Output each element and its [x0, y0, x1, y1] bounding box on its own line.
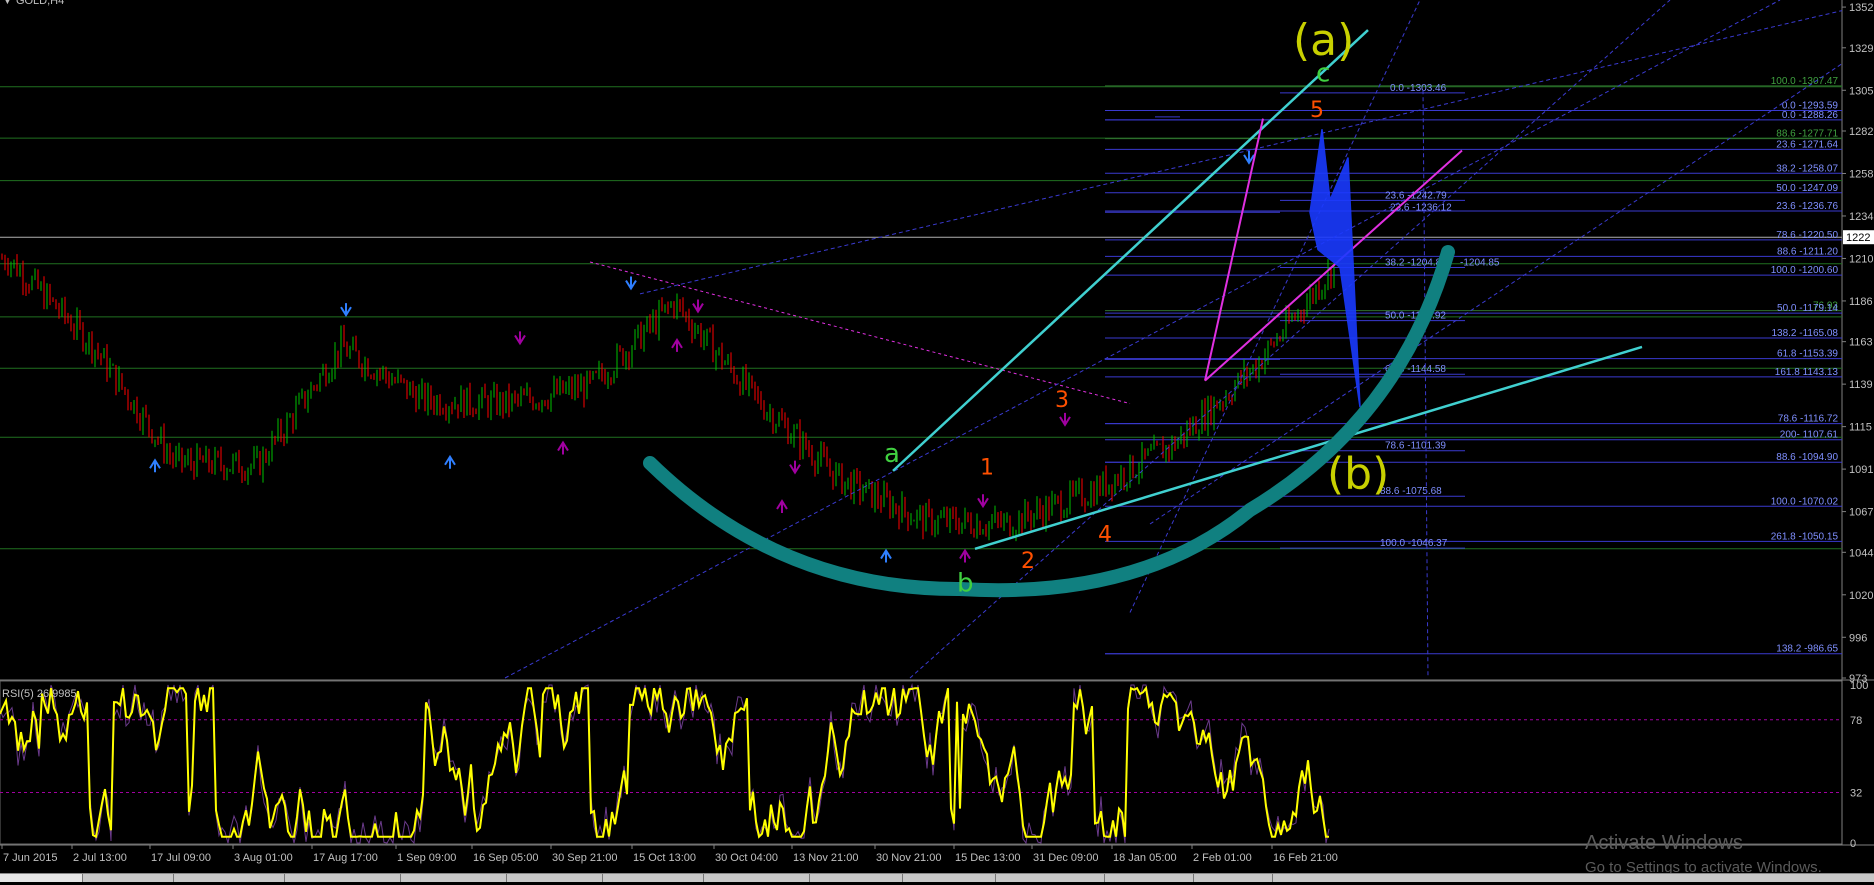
fib-right-label-19: 100.0 -1070.02: [1771, 496, 1839, 507]
main-panel: [0, 0, 1842, 679]
price-tick-label-7: 1186: [1849, 296, 1873, 308]
chart-svg[interactable]: 100.0 -1307.470.0 -1293.590.0 -1288.2688…: [0, 0, 1874, 881]
fib-right-label-14: 61.8 -1153.39: [1777, 349, 1838, 360]
fib-right-label-9: 88.6 -1211.20: [1777, 246, 1838, 257]
price-axis: 1352 1329 1305 1282 1258 1234 1210 1186 1163 1139…: [1842, 2, 1874, 685]
fib-right-label-2: 0.0 -1288.26: [1782, 110, 1839, 121]
time-label-13: 31 Dec 09:00: [1033, 852, 1098, 864]
time-label-10: 13 Nov 21:00: [793, 852, 858, 864]
time-label-16: 16 Feb 21:00: [1273, 852, 1338, 864]
fib-mid-label-6: 88.6 -1075.68: [1380, 486, 1442, 497]
chart-window: 100.0 -1307.47 0.0 -1293.59 0.0 -1288.26 88…: [0, 0, 1874, 882]
time-label-8: 15 Oct 13:00: [633, 852, 696, 864]
wave-label-big-b: (b): [1327, 449, 1389, 500]
fib-right-label-3: 88.6 -1277.71: [1776, 129, 1838, 140]
rsi-level-label-2: 32: [1850, 787, 1862, 799]
fib-right-label-8: 78.6 -1220.50: [1776, 230, 1838, 241]
fib-mid-label-0: 0.0 -1303.46: [1390, 83, 1447, 94]
fib-right-label-18: 88.6 -1094.90: [1776, 452, 1838, 463]
wave-label-5: 5: [1310, 98, 1324, 123]
time-label-9: 30 Oct 04:00: [715, 852, 778, 864]
price-tick-label-6: 1210: [1849, 253, 1873, 265]
fib-mid-label-9: -1204.85: [1460, 257, 1500, 268]
time-label-15: 2 Feb 01:00: [1193, 852, 1252, 864]
time-label-4: 17 Aug 17:00: [313, 852, 378, 864]
fib-right-label-17: 200- 1107.61: [1780, 430, 1839, 441]
price-tick-label-12: 1067: [1849, 507, 1873, 519]
rsi-level-label-1: 78: [1850, 715, 1862, 727]
time-label-0: 7 Jun 2015: [3, 852, 57, 864]
wave-label-2: 2: [1021, 549, 1035, 574]
fib-right-label-20: 261.8 -1050.15: [1771, 531, 1839, 542]
time-label-2: 17 Jul 09:00: [151, 852, 211, 864]
price-tick-label-5: 1234: [1849, 211, 1873, 223]
fib-right-label-4: 23.6 -1271.64: [1776, 139, 1838, 150]
rsi-level-label-0: 100: [1850, 680, 1868, 692]
wave-label-b: b: [957, 568, 974, 598]
fib-right-label-12: 50.0 -1179.14: [1777, 303, 1838, 314]
price-tick-label-11: 1091: [1849, 464, 1873, 476]
activate-windows-watermark: Activate Windows Go to Settings to activ…: [1585, 832, 1822, 876]
fib-right-label-21: 138.2 -986.65: [1776, 644, 1838, 655]
price-tick-label-15: 996: [1849, 632, 1867, 644]
fib-right-label-15: 161.8 1143.13: [1775, 367, 1839, 378]
current-price-label: 1222: [1846, 232, 1870, 244]
time-label-14: 18 Jan 05:00: [1113, 852, 1177, 864]
time-label-11: 30 Nov 21:00: [876, 852, 941, 864]
time-axis: 7 Jun 2015 2 Jul 13:00 17 Jul 09:00 3 Aug 0…: [1, 845, 1338, 864]
fib-right-label-7: 23.6 -1236.76: [1776, 201, 1838, 212]
price-tick-label-9: 1139: [1849, 379, 1873, 391]
price-tick-label-1: 1329: [1849, 43, 1873, 55]
price-tick-label-8: 1163: [1849, 337, 1873, 349]
time-label-1: 2 Jul 13:00: [73, 852, 127, 864]
price-tick-label-0: 1352: [1849, 2, 1873, 14]
price-tick-label-10: 1115: [1849, 422, 1872, 434]
fib-right-label-0: 100.0 -1307.47: [1771, 76, 1839, 87]
fib-right-label-5: 38.2 -1258.07: [1776, 163, 1838, 174]
fib-right-label-16: 78.6 -1116.72: [1778, 414, 1839, 425]
fib-right-label-6: 50.0 -1247.09: [1776, 183, 1838, 194]
wave-label-4: 4: [1098, 523, 1112, 548]
wave-label-c: c: [1316, 58, 1330, 88]
time-label-7: 30 Sep 21:00: [552, 852, 617, 864]
watermark-title: Activate Windows: [1585, 832, 1743, 854]
wave-label-a: a: [884, 439, 900, 469]
chart-title: ▼ GOLD,H4: [2, 0, 64, 7]
rsi-level-label-3: 0: [1850, 838, 1856, 850]
fib-right-label-13: 138.2 -1165.08: [1771, 328, 1838, 339]
price-tick-label-14: 1020: [1849, 590, 1873, 602]
time-label-5: 1 Sep 09:00: [397, 852, 456, 864]
time-label-3: 3 Aug 01:00: [234, 852, 293, 864]
wave-label-3: 3: [1055, 388, 1069, 413]
price-tick-label-2: 1305: [1849, 85, 1873, 97]
time-label-6: 16 Sep 05:00: [473, 852, 538, 864]
fib-mid-label-5: 78.6 -1101.39: [1385, 441, 1446, 452]
wave-label-1: 1: [980, 455, 994, 480]
price-tick-label-13: 1044: [1849, 547, 1873, 559]
price-tick-label-4: 1258: [1849, 168, 1873, 180]
rsi-title: RSI(5) 26.9985: [2, 688, 77, 700]
time-label-12: 15 Dec 13:00: [955, 852, 1020, 864]
price-tick-label-3: 1282: [1849, 126, 1873, 138]
fib-mid-label-7: 100.0 -1046.37: [1380, 538, 1448, 549]
fib-right-label-10: 100.0 -1200.60: [1771, 265, 1839, 276]
